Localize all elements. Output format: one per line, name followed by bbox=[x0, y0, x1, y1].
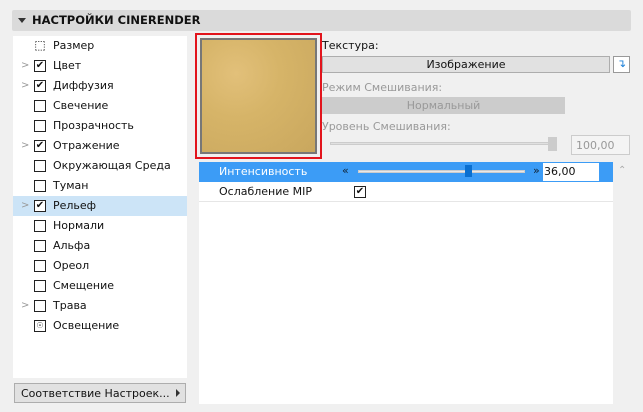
increment-icon[interactable]: » bbox=[533, 164, 540, 177]
list-item-label: Ореол bbox=[53, 259, 90, 272]
channel-checkbox[interactable]: ✔ bbox=[34, 200, 46, 212]
intensity-thumb[interactable] bbox=[465, 165, 472, 177]
param-label: Ослабление MIP bbox=[219, 185, 313, 198]
list-item-label: Окружающая Среда bbox=[53, 159, 171, 172]
list-item[interactable]: Нормали bbox=[13, 216, 187, 236]
channel-checkbox[interactable] bbox=[34, 280, 46, 292]
list-item[interactable]: > ✔ Отражение bbox=[13, 136, 187, 156]
blend-mode-label: Режим Смешивания: bbox=[322, 81, 443, 94]
expand-chevron-icon[interactable]: > bbox=[21, 140, 29, 151]
list-item[interactable]: Ореол bbox=[13, 256, 187, 276]
channel-checkbox[interactable] bbox=[34, 300, 46, 312]
channel-checkbox[interactable] bbox=[34, 260, 46, 272]
texture-button[interactable]: Изображение bbox=[322, 56, 610, 73]
list-item[interactable]: Смещение bbox=[13, 276, 187, 296]
channel-checkbox[interactable] bbox=[34, 240, 46, 252]
match-settings-button[interactable]: Соответствие Настроек... bbox=[14, 383, 186, 403]
list-item-label: Прозрачность bbox=[53, 119, 134, 132]
list-item[interactable]: > ✔ Цвет bbox=[13, 56, 187, 76]
blend-level-input[interactable]: 100,00 bbox=[571, 135, 630, 155]
channel-checkbox[interactable] bbox=[34, 160, 46, 172]
param-label: Интенсивность bbox=[219, 165, 308, 178]
list-item-label: Диффузия bbox=[53, 79, 114, 92]
list-item[interactable]: Альфа bbox=[13, 236, 187, 256]
parameter-table: Интенсивность « » 36,00 Ослабление MIP ✔ bbox=[199, 162, 613, 404]
list-item-label: Рельеф bbox=[53, 199, 97, 212]
channel-checkbox[interactable] bbox=[34, 220, 46, 232]
size-icon: ⬚ bbox=[34, 38, 46, 52]
channel-checkbox[interactable] bbox=[34, 100, 46, 112]
list-item[interactable]: Туман bbox=[13, 176, 187, 196]
list-item-label: Цвет bbox=[53, 59, 82, 72]
expand-chevron-icon[interactable]: > bbox=[21, 300, 29, 311]
scroll-up-icon[interactable]: ⌃ bbox=[618, 165, 626, 176]
list-item[interactable]: > ✔ Диффузия bbox=[13, 76, 187, 96]
list-item-label: Отражение bbox=[53, 139, 120, 152]
list-item-label: Туман bbox=[53, 179, 89, 192]
list-item-label: Размер bbox=[53, 39, 95, 52]
expand-chevron-icon[interactable]: > bbox=[21, 60, 29, 71]
list-item[interactable]: Прозрачность bbox=[13, 116, 187, 136]
cinerender-settings-header[interactable]: НАСТРОЙКИ CINERENDER bbox=[12, 10, 631, 31]
list-item-label: Нормали bbox=[53, 219, 105, 232]
load-texture-icon[interactable]: ↴ bbox=[613, 56, 630, 73]
channel-list: ⬚ Размер > ✔ Цвет > ✔ Диффузия Свечение Прозрачно… bbox=[13, 36, 187, 378]
expand-chevron-icon[interactable]: > bbox=[21, 200, 29, 211]
channel-checkbox[interactable]: ✔ bbox=[34, 60, 46, 72]
section-title: НАСТРОЙКИ CINERENDER bbox=[32, 13, 201, 27]
list-item[interactable]: ⬚ Размер bbox=[13, 36, 187, 56]
channel-checkbox[interactable] bbox=[34, 180, 46, 192]
list-item-label: Свечение bbox=[53, 99, 109, 112]
intensity-input[interactable]: 36,00 bbox=[543, 163, 599, 181]
list-item-label: Смещение bbox=[53, 279, 114, 292]
texture-preview[interactable] bbox=[195, 33, 322, 159]
light-icon: ☉ bbox=[34, 320, 46, 332]
intensity-slider[interactable] bbox=[358, 170, 525, 173]
list-item[interactable]: Окружающая Среда bbox=[13, 156, 187, 176]
list-item-label: Освещение bbox=[53, 319, 120, 332]
blend-level-label: Уровень Смешивания: bbox=[322, 120, 451, 133]
channel-checkbox[interactable] bbox=[34, 120, 46, 132]
texture-label: Текстура: bbox=[322, 39, 379, 52]
collapse-triangle-icon[interactable] bbox=[18, 18, 26, 23]
param-row-intensity[interactable]: Интенсивность « » 36,00 bbox=[199, 162, 613, 182]
channel-checkbox[interactable]: ✔ bbox=[34, 80, 46, 92]
channel-checkbox[interactable]: ✔ bbox=[34, 140, 46, 152]
blend-level-thumb[interactable] bbox=[548, 137, 557, 151]
arrow-right-icon bbox=[176, 389, 180, 397]
list-item-label: Трава bbox=[53, 299, 87, 312]
list-item-label: Альфа bbox=[53, 239, 91, 252]
param-row-mip: Ослабление MIP ✔ bbox=[199, 182, 613, 202]
list-item[interactable]: > ✔ Рельеф bbox=[13, 196, 187, 216]
blend-mode-select[interactable]: Нормальный bbox=[322, 97, 565, 114]
match-settings-label: Соответствие Настроек... bbox=[21, 387, 170, 400]
expand-chevron-icon[interactable]: > bbox=[21, 80, 29, 91]
blend-level-slider[interactable] bbox=[330, 142, 555, 145]
decrement-icon[interactable]: « bbox=[342, 164, 349, 177]
list-item[interactable]: ☉ Освещение bbox=[13, 316, 187, 336]
list-item[interactable]: Свечение bbox=[13, 96, 187, 116]
list-item[interactable]: > Трава bbox=[13, 296, 187, 316]
mip-checkbox[interactable]: ✔ bbox=[354, 186, 366, 198]
